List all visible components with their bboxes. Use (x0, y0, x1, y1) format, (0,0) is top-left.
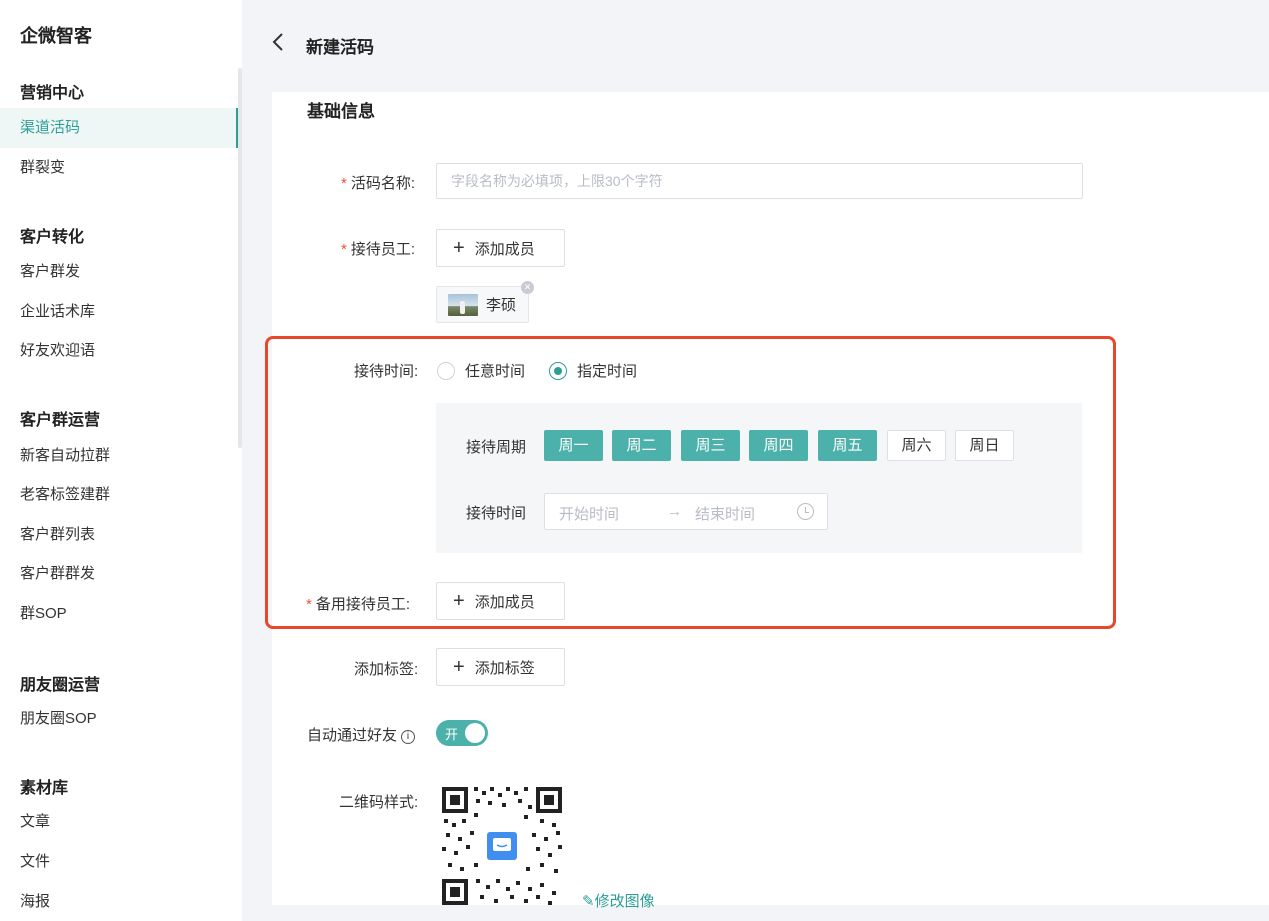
sidebar-item-group-list[interactable]: 客户群列表 (0, 515, 238, 555)
arrow-right-icon: → (667, 503, 682, 520)
tags-label: 添加标签: (354, 661, 419, 678)
close-icon[interactable]: ✕ (521, 281, 534, 294)
page-title: 新建活码 (306, 38, 374, 57)
code-name-label: * 活码名称: (341, 175, 416, 192)
code-name-input[interactable] (436, 163, 1083, 199)
sidebar-item-tag-group[interactable]: 老客标签建群 (0, 475, 238, 515)
radio-specified-time[interactable]: 指定时间 (549, 360, 637, 381)
info-icon[interactable]: i (401, 730, 416, 744)
day-toggle-tue[interactable]: 周二 (612, 430, 671, 461)
chevron-left-icon[interactable] (272, 32, 292, 56)
sidebar-item-group-fission[interactable]: 群裂变 (0, 148, 238, 188)
sidebar-item-welcome-message[interactable]: 好友欢迎语 (0, 331, 238, 371)
sidebar-item-channel-code[interactable]: 渠道活码 (0, 108, 238, 148)
end-time-placeholder: 结束时间 (695, 506, 756, 523)
avatar (448, 293, 478, 316)
qr-code-image (440, 783, 564, 905)
section-title: 基础信息 (307, 102, 375, 121)
sidebar-item-group-sop[interactable]: 群SOP (0, 594, 238, 634)
auto-accept-label: 自动通过好友 i (307, 724, 416, 745)
day-toggle-thu[interactable]: 周四 (749, 430, 808, 461)
plus-icon: + (453, 237, 465, 259)
time-range-label: 接待时间 (466, 505, 527, 522)
add-tag-button[interactable]: + 添加标签 (436, 648, 565, 686)
app-logo: 企微智客 (20, 26, 92, 46)
day-toggle-fri[interactable]: 周五 (818, 430, 877, 461)
member-chip: 李硕 ✕ (436, 281, 534, 323)
qr-style-label: 二维码样式: (339, 794, 419, 811)
reception-time-label: 接待时间: (354, 363, 419, 380)
time-settings-panel (436, 403, 1082, 553)
day-toggle-wed[interactable]: 周三 (681, 430, 740, 461)
staff-label: * 接待员工: (341, 241, 416, 258)
sidebar: 企微智客 营销中心 渠道活码 群裂变 客户转化 客户群发 企业话术库 好友欢迎语… (0, 0, 242, 921)
page-header: 新建活码 (242, 0, 1269, 86)
time-range-picker[interactable]: 开始时间 → 结束时间 (544, 493, 828, 530)
sidebar-item-moments-sop[interactable]: 朋友圈SOP (0, 699, 238, 739)
sidebar-item-files[interactable]: 文件 (0, 842, 238, 882)
sidebar-item-group-broadcast[interactable]: 客户群群发 (0, 554, 238, 594)
member-name: 李硕 (486, 297, 517, 314)
nav-section-group-ops: 客户群运营 (20, 412, 101, 429)
nav-section-marketing: 营销中心 (20, 85, 85, 102)
plus-icon: + (453, 590, 465, 612)
radio-any-time[interactable]: 任意时间 (437, 360, 525, 381)
day-toggle-sat[interactable]: 周六 (887, 430, 946, 461)
day-toggle-sun[interactable]: 周日 (955, 430, 1014, 461)
clock-icon (797, 503, 814, 520)
day-toggle-mon[interactable]: 周一 (544, 430, 603, 461)
sidebar-item-customer-broadcast[interactable]: 客户群发 (0, 252, 238, 292)
period-label: 接待周期 (466, 439, 527, 456)
backup-staff-label: * 备用接待员工: (306, 596, 411, 613)
sidebar-item-posters[interactable]: 海报 (0, 882, 238, 921)
start-time-placeholder: 开始时间 (559, 506, 620, 523)
add-backup-staff-button[interactable]: + 添加成员 (436, 582, 565, 620)
auto-accept-toggle[interactable]: 开 (436, 720, 488, 746)
pencil-icon: ✎ (582, 893, 595, 910)
add-staff-button[interactable]: + 添加成员 (436, 229, 565, 267)
nav-section-moments: 朋友圈运营 (20, 677, 101, 694)
sidebar-item-auto-group[interactable]: 新客自动拉群 (0, 436, 238, 476)
sidebar-scrollbar[interactable] (238, 68, 242, 448)
sidebar-item-articles[interactable]: 文章 (0, 802, 238, 842)
nav-section-conversion: 客户转化 (20, 229, 85, 246)
plus-icon: + (453, 656, 465, 678)
sidebar-item-script-library[interactable]: 企业话术库 (0, 292, 238, 332)
edit-image-link[interactable]: ✎修改图像 (582, 890, 655, 911)
nav-section-materials: 素材库 (20, 780, 69, 797)
